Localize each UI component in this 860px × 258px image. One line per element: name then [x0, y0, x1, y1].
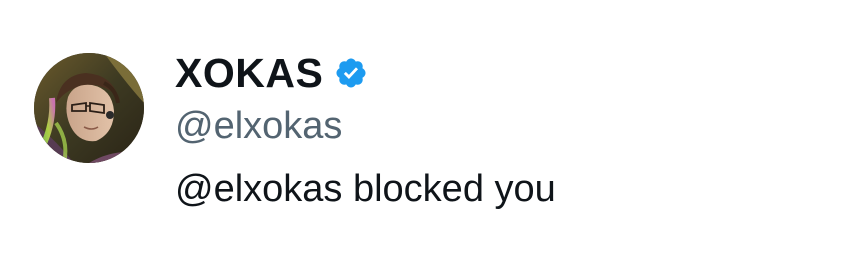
blocked-status-message: @elxokas blocked you [175, 168, 556, 210]
name-row: XOKAS [175, 50, 368, 96]
avatar-image [34, 53, 144, 163]
verified-badge-icon [334, 56, 368, 90]
profile-card: XOKAS @elxokas @elxokas blocked you [0, 0, 860, 258]
avatar[interactable] [34, 53, 144, 163]
display-name[interactable]: XOKAS [175, 50, 323, 96]
username-handle[interactable]: @elxokas [175, 104, 342, 148]
